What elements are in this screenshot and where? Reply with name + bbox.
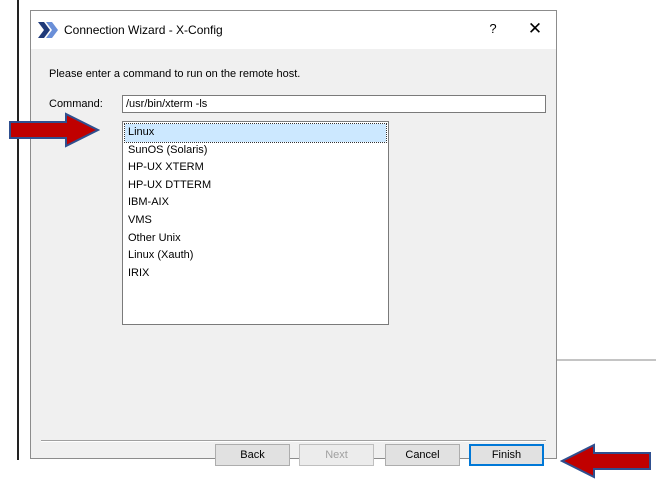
list-item[interactable]: IRIX: [125, 265, 386, 283]
back-button[interactable]: Back: [215, 444, 290, 466]
list-item[interactable]: Linux (Xauth): [125, 247, 386, 265]
title-bar: Connection Wizard - X-Config ? ✕: [31, 11, 556, 49]
finish-button[interactable]: Finish: [469, 444, 544, 466]
list-item[interactable]: HP-UX XTERM: [125, 159, 386, 177]
command-input[interactable]: [122, 95, 546, 113]
window-title: Connection Wizard - X-Config: [64, 23, 223, 37]
help-button[interactable]: ?: [485, 20, 501, 38]
list-item[interactable]: HP-UX DTTERM: [125, 177, 386, 195]
connection-wizard-dialog: Connection Wizard - X-Config ? ✕ Please …: [30, 10, 557, 459]
list-item[interactable]: SunOS (Solaris): [125, 142, 386, 160]
list-item[interactable]: Other Unix: [125, 230, 386, 248]
list-item[interactable]: IBM-AIX: [125, 194, 386, 212]
footer-divider: [41, 440, 546, 442]
annotation-arrow-left-icon: [560, 443, 651, 479]
command-label: Command:: [49, 98, 103, 110]
app-logo-icon: [38, 22, 58, 38]
host-type-listbox[interactable]: Linux SunOS (Solaris) HP-UX XTERM HP-UX DTT…: [122, 121, 389, 325]
list-item[interactable]: Linux: [124, 123, 387, 143]
next-button[interactable]: Next: [299, 444, 374, 466]
annotation-arrow-right-icon: [9, 112, 100, 148]
instruction-text: Please enter a command to run on the rem…: [49, 68, 301, 80]
cancel-button[interactable]: Cancel: [385, 444, 460, 466]
close-button[interactable]: ✕: [525, 19, 545, 39]
list-item[interactable]: VMS: [125, 212, 386, 230]
